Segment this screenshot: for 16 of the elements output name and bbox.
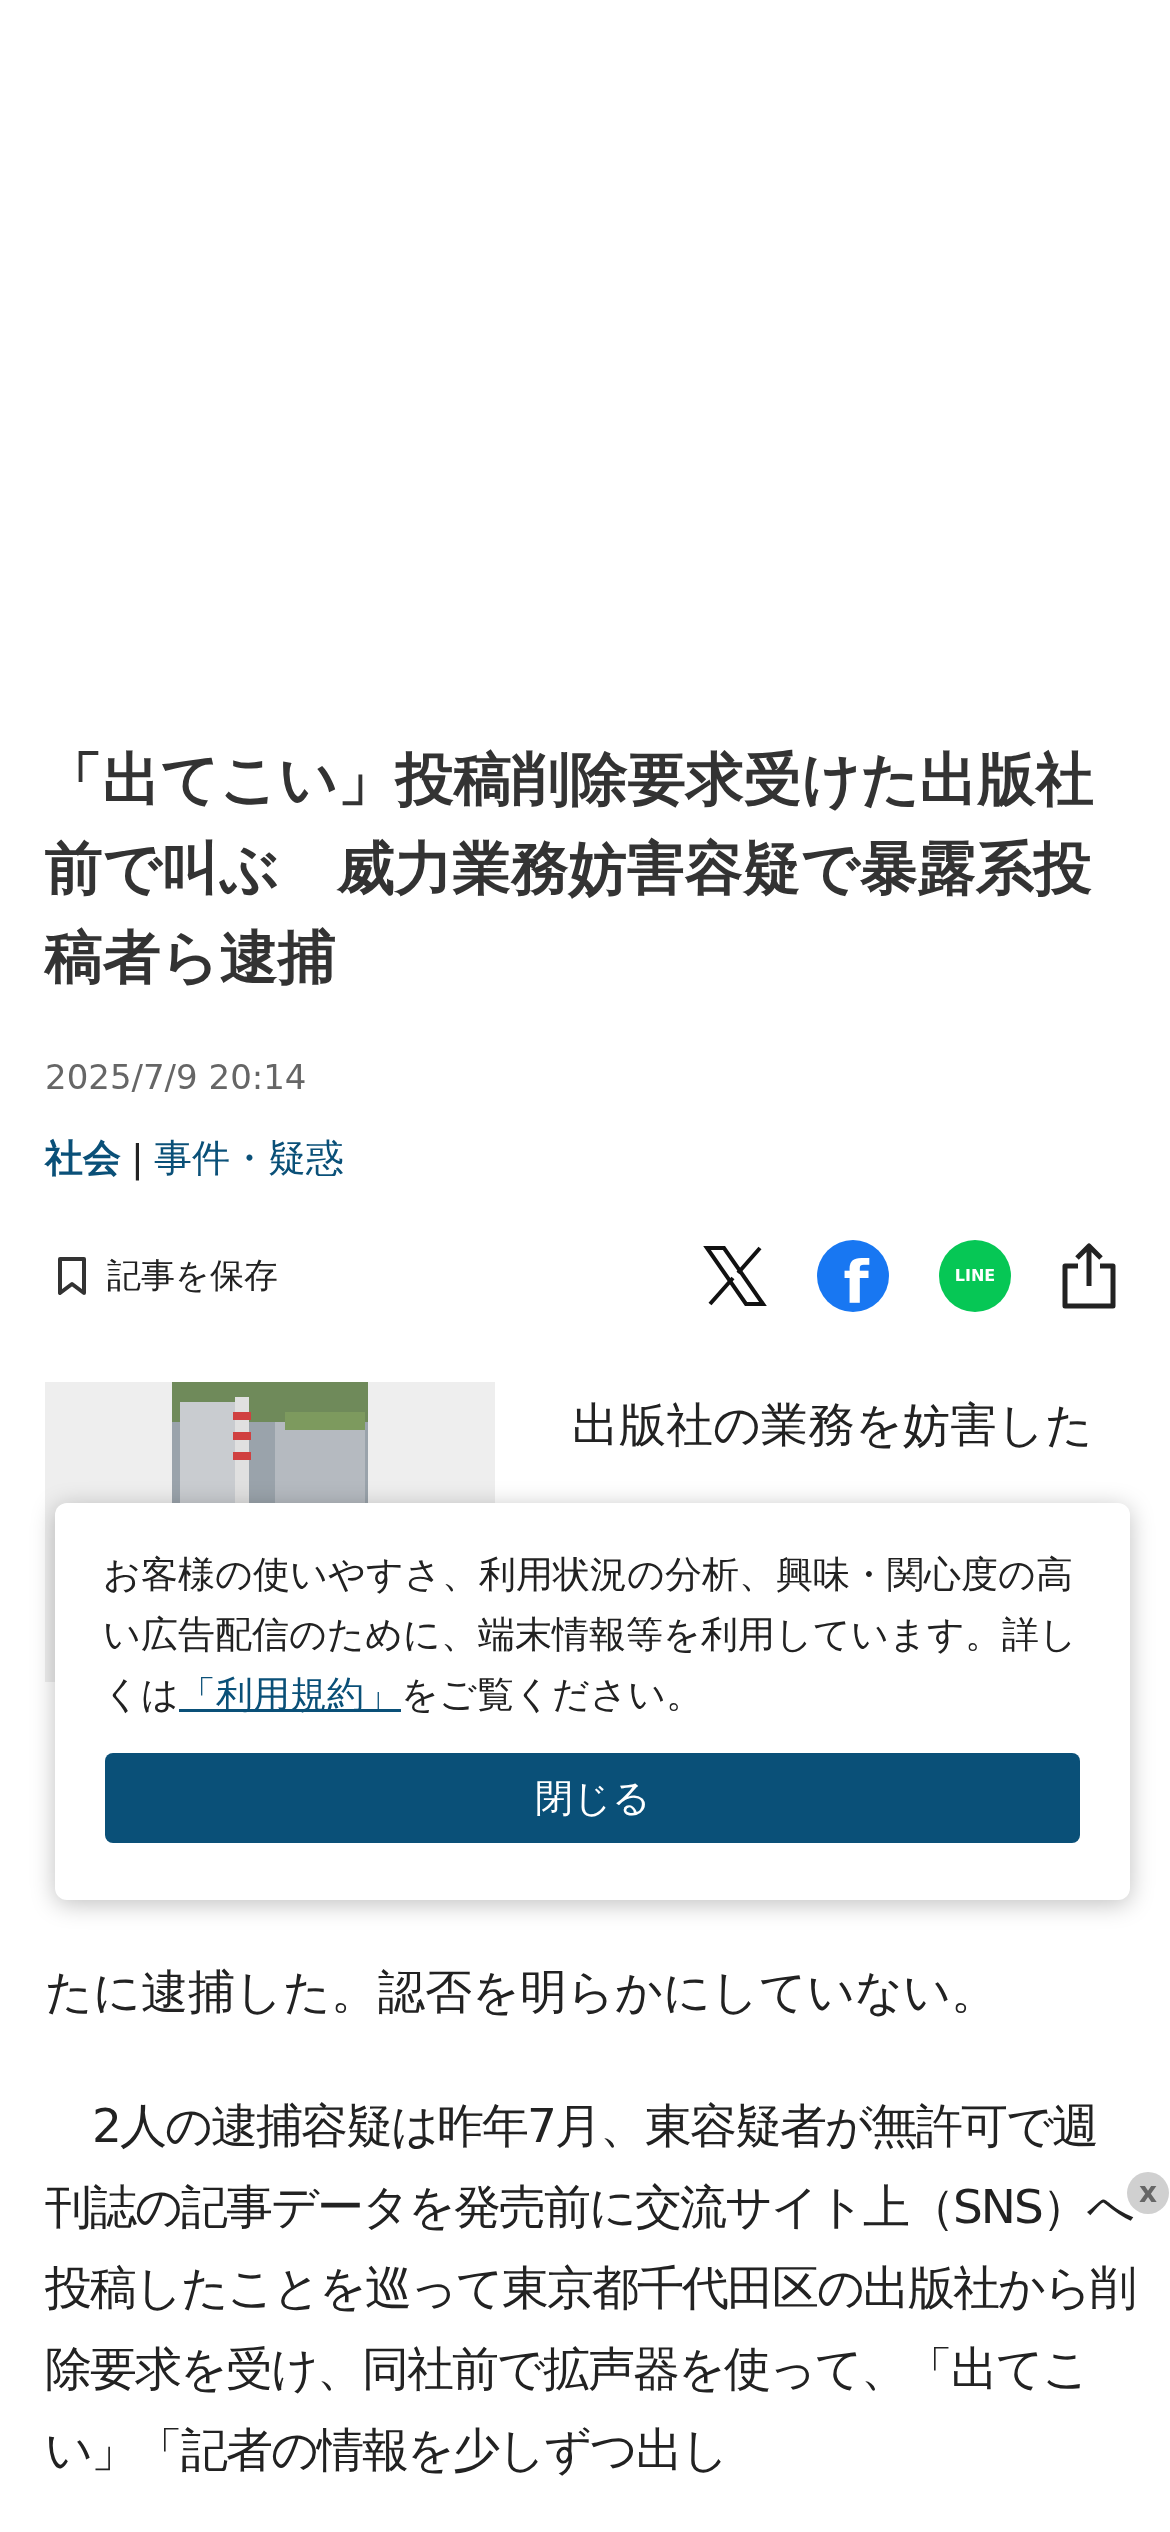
facebook-share-button[interactable]: f	[817, 1240, 889, 1312]
bookmark-icon	[57, 1256, 87, 1296]
close-button[interactable]: x	[1127, 2172, 1169, 2214]
category-link[interactable]: 事件・疑惑	[153, 1132, 344, 1184]
share-icon[interactable]	[1061, 1242, 1117, 1310]
article-paragraph: たに逮捕した。認否を明らかにしていない。	[45, 1963, 999, 2021]
terms-link[interactable]: 「利用規約」	[179, 1673, 401, 1716]
close-button[interactable]: 閉じる	[105, 1753, 1080, 1843]
publish-date: 2025/7/9 20:14	[45, 1056, 308, 1099]
category-link[interactable]: 社会	[45, 1132, 121, 1184]
category-separator: |	[131, 1135, 144, 1183]
article-paragraph: 出版社の業務を妨害した	[571, 1396, 1094, 1454]
save-article-button[interactable]: 記事を保存	[45, 1253, 278, 1299]
cookie-notice-text: お客様の使いやすさ、利用状況の分析、興味・関心度の高い広告配信のために、端末情報等を利用しています。詳しくは「利用規約」をご覧ください。	[103, 1552, 1078, 1718]
article-title: 「出てこい」投稿削除要求受けた出版社前で叫ぶ 威力業務妨害容疑で暴露系投稿者ら逮捕	[45, 744, 1095, 993]
x-share-icon[interactable]	[703, 1244, 767, 1308]
